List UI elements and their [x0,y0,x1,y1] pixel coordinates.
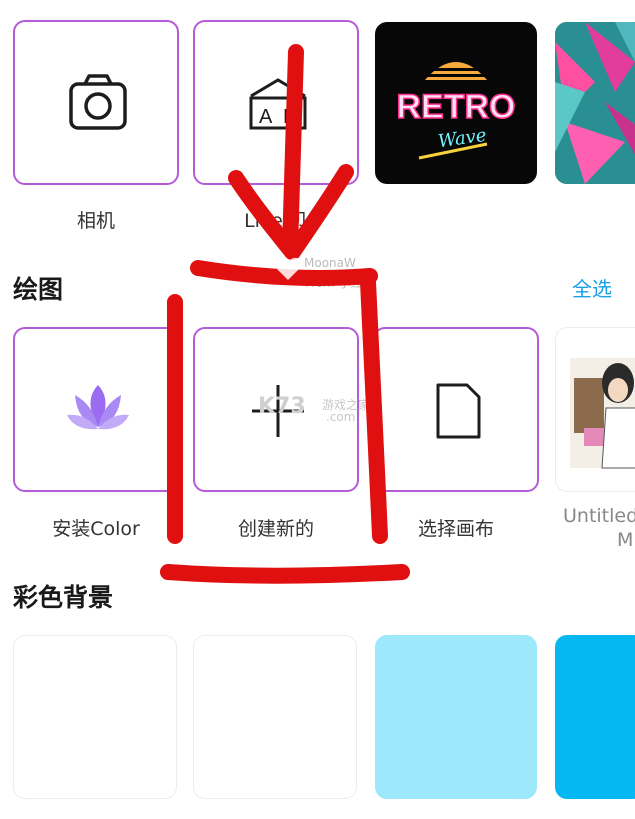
install-color-tile[interactable] [13,327,179,492]
camera-tile[interactable] [13,20,179,185]
light-blue-background-tile[interactable] [375,635,537,799]
palm-leaves-tile[interactable] [555,22,635,184]
ar-cube-icon: A R [249,78,307,130]
drawing-section-title: 绘图 [13,275,64,304]
live-ar-label: Live 贝 [244,210,308,232]
transparent-background-tile[interactable] [13,635,177,799]
white-background-tile[interactable] [193,635,357,799]
moonaw-watermark: MoonaW [304,256,356,270]
create-new-label: 创建新的 [237,518,314,540]
camera-icon [69,74,127,130]
untitled-label-line1: Untitled [563,505,635,527]
k73-watermark: K73 [258,394,306,419]
choose-canvas-tile[interactable] [373,327,539,492]
live-ar-tile[interactable]: A R [193,20,359,185]
lotus-icon [67,385,129,430]
underline [160,564,410,584]
select-all-link[interactable]: 全选 [572,273,612,302]
bright-blue-background-tile[interactable] [555,635,635,799]
palm-leaves-image [555,22,635,184]
from-watermark: From 小红 [305,276,363,290]
camera-label: 相机 [76,210,115,232]
retro-wave-tile[interactable]: RETRO Wave [375,22,537,184]
k73-com-watermark: .com [326,410,356,424]
color-backgrounds-title: 彩色背景 [13,583,114,612]
choose-canvas-label: 选择画布 [417,518,494,540]
untitled-label-line2: M [617,529,634,551]
heart-watermark-icon [274,257,302,280]
install-color-label: 安装Color [52,518,140,540]
untitled-artwork-tile[interactable] [555,327,635,492]
artwork-thumbnail [570,358,635,469]
svg-text:A: A [259,106,273,128]
retro-text: RETRO [397,88,516,126]
retro-wave-image: RETRO Wave [396,62,516,160]
svg-text:R: R [283,106,297,128]
document-icon [436,383,481,439]
